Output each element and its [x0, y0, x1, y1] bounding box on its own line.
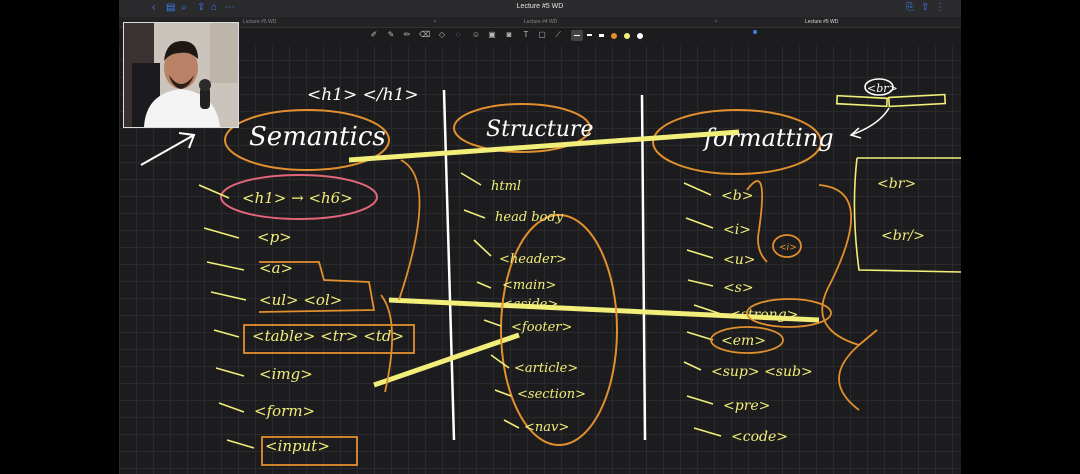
column-title-semantics: Semantics: [249, 122, 386, 152]
structure-item: <header>: [499, 252, 567, 267]
shapes-icon[interactable]: ◇: [437, 29, 447, 41]
formatting-item: <sup> <sub>: [711, 364, 813, 380]
export-icon[interactable]: ⇧: [921, 2, 929, 14]
br-box-tag-1: <br>: [877, 176, 916, 192]
presenter-video: [124, 23, 238, 127]
sticky-icon[interactable]: ▢: [537, 29, 547, 41]
note-canvas[interactable]: <h1> </h1> Semantics Structure formattin…: [119, 46, 961, 474]
arrow-icon: [140, 132, 196, 166]
image-icon[interactable]: ▣: [487, 29, 497, 41]
close-tab-icon[interactable]: ×: [433, 17, 436, 27]
semantics-item: <ul> <ol>: [259, 291, 342, 309]
structure-item: <main>: [502, 278, 556, 293]
tab-label: Lecture #5 WD: [805, 19, 839, 25]
stroke-thick-icon[interactable]: [599, 34, 604, 37]
pen-icon[interactable]: ✎: [386, 29, 396, 41]
lasso-select-icon[interactable]: ◌: [453, 29, 463, 41]
top-note: <h1> </h1>: [307, 85, 419, 105]
notes-app-window: ‹ ▤ ⌕ ⇪ ⌂ ⋯ Lecture #5 WD ⎘ ⇧ ⋮ Lecture …: [119, 0, 961, 474]
formatting-item: <s>: [723, 280, 754, 296]
formatting-item: <em>: [721, 333, 766, 349]
color-white[interactable]: [637, 33, 643, 39]
semantics-item: <p>: [257, 228, 292, 246]
structure-item: <section>: [517, 387, 586, 402]
color-blue[interactable]: [753, 30, 757, 34]
formatting-item: <i>: [723, 222, 751, 238]
semantics-arrows: [198, 184, 255, 449]
column-title-formatting: formatting: [702, 124, 834, 152]
br-tag: <br>: [867, 82, 898, 95]
document-title[interactable]: Lecture #5 WD: [119, 3, 961, 10]
stroke-thin-icon: [574, 35, 580, 36]
more-options-icon[interactable]: ⋮: [935, 2, 945, 14]
tab-label: Lecture #4 WD: [524, 19, 558, 25]
structure-item: <footer>: [511, 320, 572, 335]
color-orange[interactable]: [611, 33, 617, 39]
br-arrow-icon: [849, 107, 890, 139]
column-title-structure: Structure: [486, 117, 593, 142]
pointer-icon[interactable]: ⟋: [553, 29, 563, 41]
semantics-list: <h1> → <h6> <p> <a> <ul> <ol> <table> <t…: [242, 189, 404, 455]
semantics-item: <input>: [265, 437, 330, 455]
circled-note: <i>: [779, 243, 797, 253]
tab-lecture-5-active[interactable]: Lecture #5 WD: [805, 17, 838, 27]
close-tab-icon[interactable]: ×: [714, 17, 717, 27]
lasso-icon[interactable]: ✐: [369, 29, 379, 41]
stroke-medium-icon[interactable]: [587, 34, 592, 36]
structure-item: <nav>: [524, 420, 569, 435]
formatting-item: <u>: [723, 252, 755, 268]
highlighter-icon[interactable]: ✏: [402, 29, 412, 41]
color-yellow[interactable]: [624, 33, 630, 39]
bookmark-right-icon[interactable]: ⎘: [906, 2, 914, 14]
tab-label: Lecture #5 WD: [243, 19, 277, 25]
tab-lecture-4[interactable]: Lecture #4 WD ×: [524, 17, 717, 27]
text-icon[interactable]: T: [521, 29, 531, 41]
semantics-item: <table> <tr> <td>: [252, 327, 404, 345]
formatting-item: <strong>: [729, 307, 798, 323]
formatting-item: <pre>: [723, 398, 770, 414]
structure-item: head body: [495, 210, 564, 225]
formatting-item: <code>: [731, 429, 788, 445]
semantics-item: <h1> → <h6>: [242, 189, 353, 207]
structure-item: html: [491, 179, 521, 194]
formatting-item: <b>: [721, 188, 753, 204]
tab-bar: Lecture #5 WD × Lecture #4 WD × Lecture #5…: [119, 17, 961, 28]
smiley-icon[interactable]: ☺: [471, 29, 481, 41]
camera-icon[interactable]: ◙: [504, 29, 514, 41]
eraser-icon[interactable]: ⌫: [419, 29, 430, 41]
structure-item: <article>: [514, 361, 578, 376]
semantics-item: <img>: [259, 365, 313, 383]
webcam-overlay: [123, 22, 239, 128]
formatting-arrows: [683, 182, 722, 437]
column-divider-2: [640, 94, 647, 441]
title-bar: ‹ ▤ ⌕ ⇪ ⌂ ⋯ Lecture #5 WD ⎘ ⇧ ⋮: [119, 0, 961, 17]
structure-item: <aside>: [502, 297, 558, 312]
br-box-tag-2: <br/>: [881, 228, 925, 244]
column-divider-1: [442, 89, 456, 441]
ink-layer: <h1> </h1> Semantics Structure formattin…: [140, 78, 961, 466]
tab-lecture-5[interactable]: Lecture #5 WD ×: [243, 17, 436, 27]
semantics-item: <form>: [254, 402, 315, 420]
